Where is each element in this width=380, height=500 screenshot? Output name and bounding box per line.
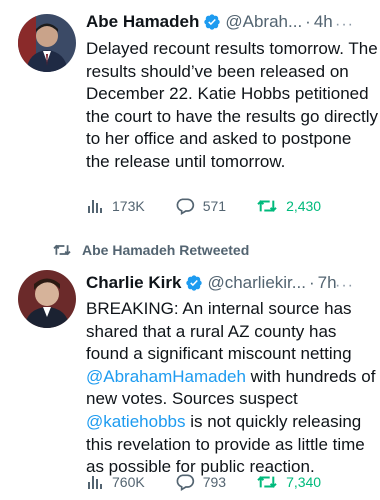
reply-icon <box>176 474 194 491</box>
tweet-text-part: BREAKING: An internal source has shared … <box>86 299 352 364</box>
mention-link-abrahamhamadeh[interactable]: @AbrahamHamadeh <box>86 367 246 386</box>
tweet-header: Charlie Kirk @charliekir... · 7h <box>86 273 337 293</box>
retweet-button[interactable]: 2,430 <box>256 197 321 215</box>
tweet-timestamp[interactable]: 7h <box>318 273 337 293</box>
views-icon <box>88 200 102 213</box>
author-name[interactable]: Charlie Kirk <box>86 273 181 293</box>
reply-button[interactable]: 571 <box>175 196 226 216</box>
views-count: 173K <box>112 198 145 214</box>
views-button[interactable]: 173K <box>86 197 145 215</box>
author-handle[interactable]: @charliekir... <box>207 273 306 293</box>
separator-dot: · <box>308 273 315 292</box>
retweet-count: 2,430 <box>286 198 322 214</box>
reply-count: 571 <box>202 198 227 214</box>
tweet-text: BREAKING: An internal source has shared … <box>86 298 378 479</box>
mention-link-katiehobbs[interactable]: @katiehobbs <box>86 412 186 431</box>
retweet-icon <box>257 200 277 212</box>
avatar-abe-hamadeh[interactable] <box>18 14 76 72</box>
retweet-icon <box>257 476 277 488</box>
reply-icon <box>176 198 194 215</box>
retweeted-label[interactable]: Abe Hamadeh Retweeted <box>52 242 249 258</box>
tweet-text: Delayed recount results tomorrow. The re… <box>86 39 378 171</box>
verified-badge-icon <box>203 13 221 31</box>
retweet-count: 7,340 <box>286 474 322 490</box>
retweet-icon <box>53 244 71 256</box>
tweet-timestamp[interactable]: 4h <box>314 12 333 32</box>
reply-button[interactable]: 793 <box>175 472 226 492</box>
avatar-charlie-kirk[interactable] <box>18 270 76 328</box>
tweet-abe-hamadeh[interactable]: Abe Hamadeh @Abrah... · 4h ··· Delayed r… <box>0 0 380 230</box>
author-handle[interactable]: @Abrah... <box>225 12 302 32</box>
views-count: 760K <box>112 474 145 490</box>
tweet-actions: 760K 793 7,340 <box>86 472 351 492</box>
author-name[interactable]: Abe Hamadeh <box>86 12 199 32</box>
tweet-actions: 173K 571 2,430 <box>86 196 351 216</box>
views-icon <box>88 476 102 489</box>
verified-badge-icon <box>185 274 203 292</box>
separator-dot: · <box>305 12 311 31</box>
tweet-header: Abe Hamadeh @Abrah... · 4h <box>86 12 333 32</box>
views-button[interactable]: 760K <box>86 473 145 491</box>
reply-count: 793 <box>202 474 227 490</box>
more-icon[interactable]: ··· <box>335 16 354 34</box>
more-icon[interactable]: ··· <box>335 277 354 295</box>
retweet-button[interactable]: 7,340 <box>256 473 321 491</box>
retweeted-by-text: Abe Hamadeh Retweeted <box>82 242 250 258</box>
